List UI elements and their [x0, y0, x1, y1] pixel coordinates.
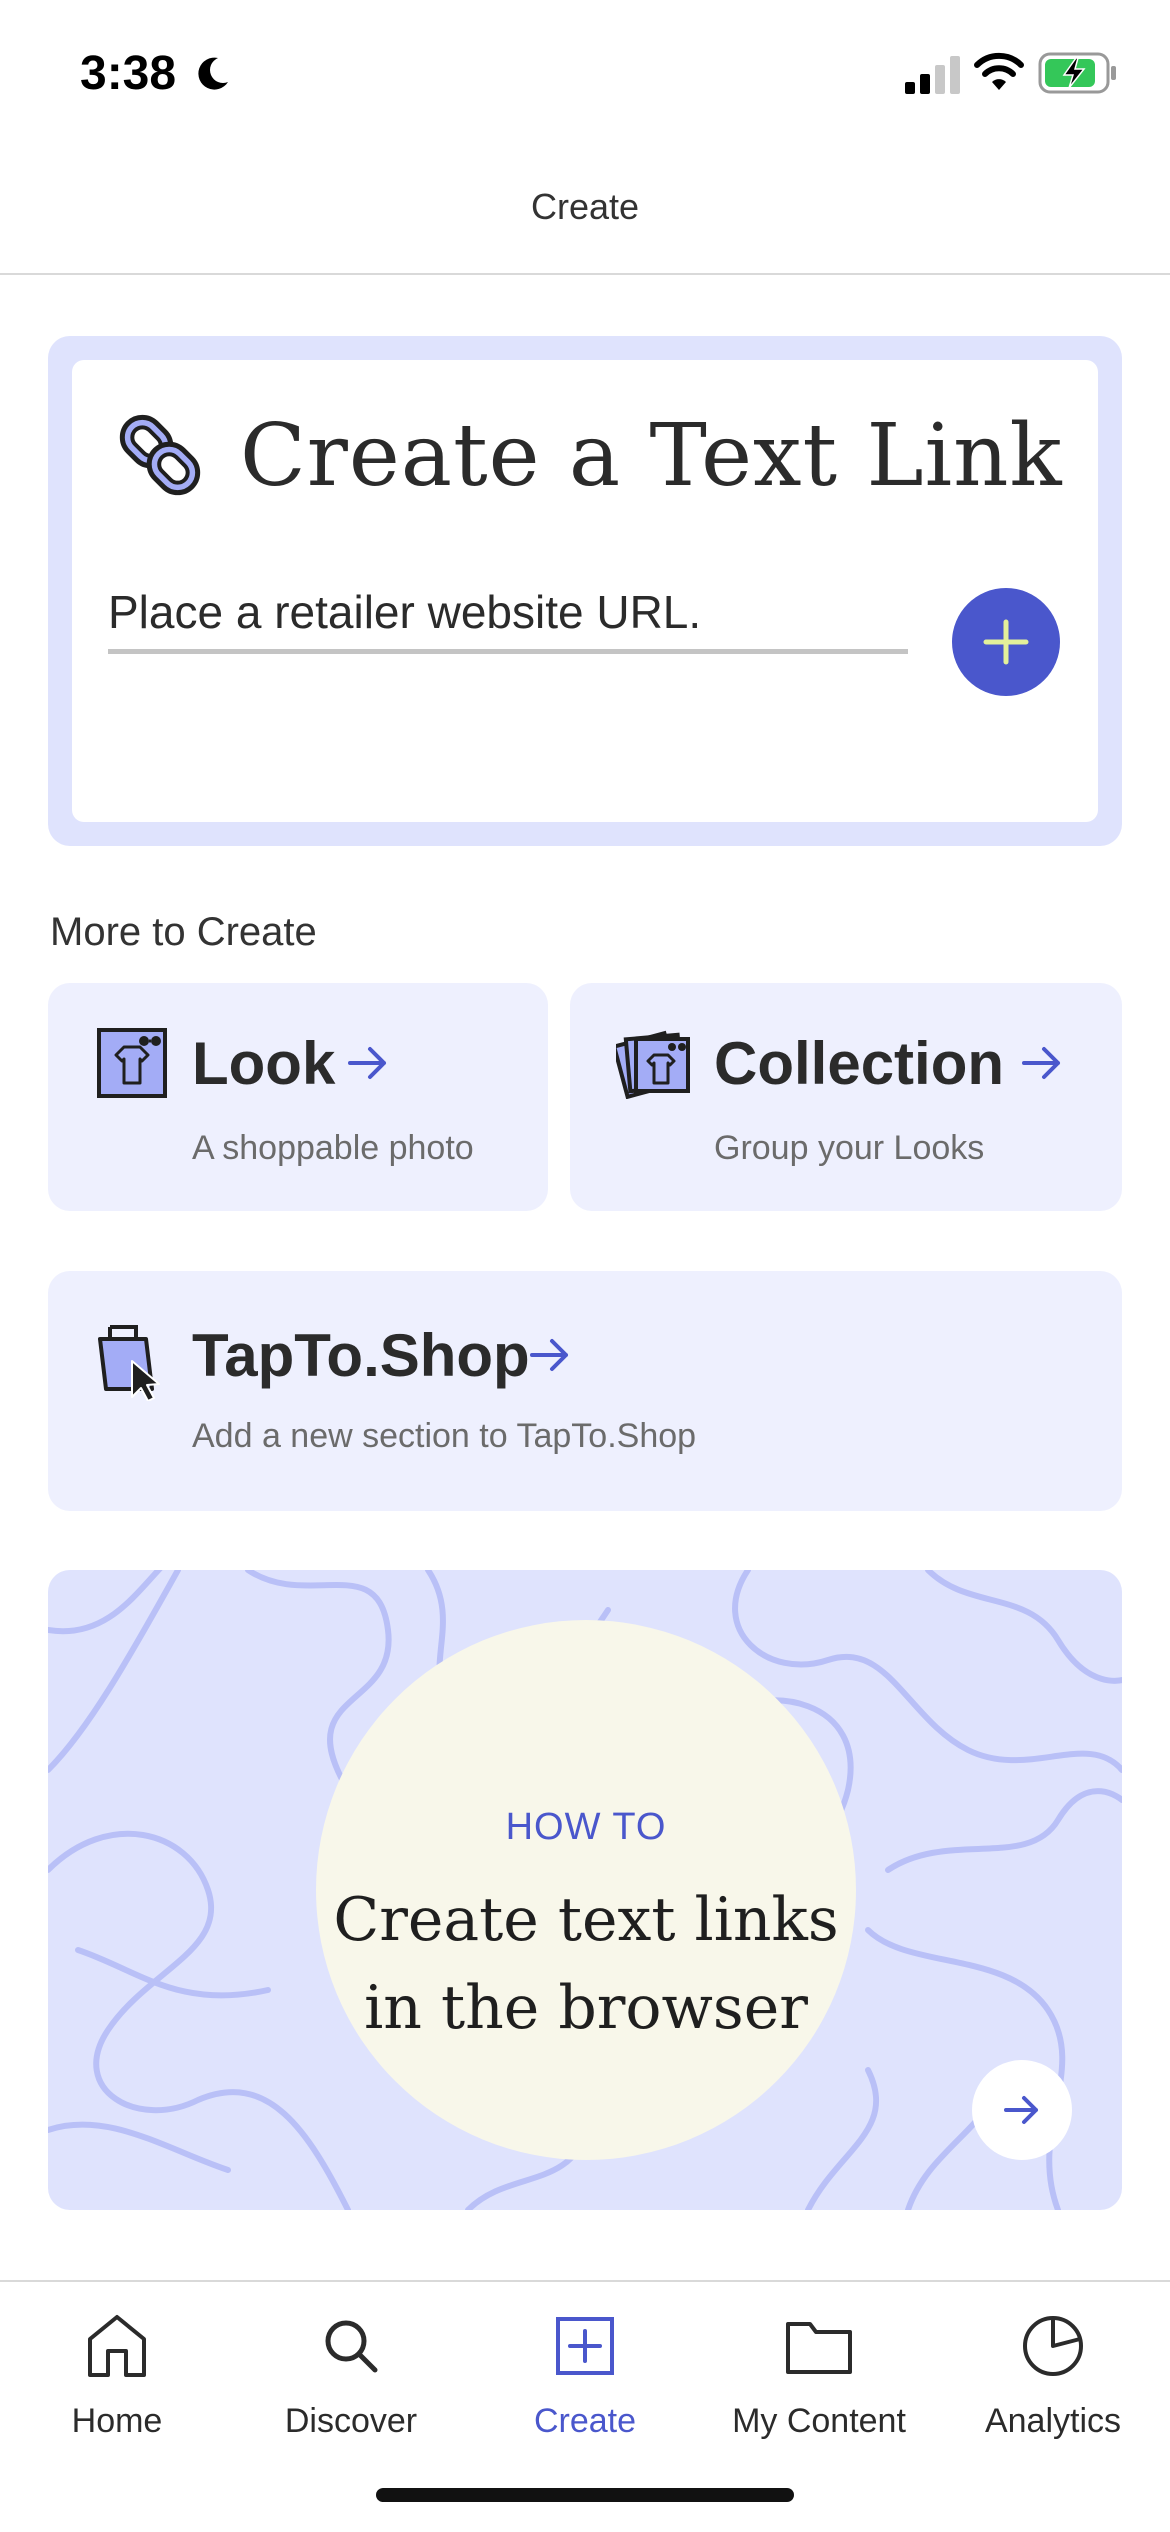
look-title: Look	[192, 1030, 336, 1097]
tab-analytics[interactable]: Analytics	[936, 2282, 1170, 2472]
retailer-url-input[interactable]	[108, 574, 908, 654]
tapto-shop-subtitle: Add a new section to TapTo.Shop	[192, 1417, 697, 1455]
create-tapto-shop-tile[interactable]: TapTo.Shop Add a new section to TapTo.Sh…	[48, 1271, 1122, 1511]
battery-charging-icon	[1038, 52, 1116, 94]
howto-label: HOW TO	[505, 1806, 667, 1848]
arrow-right-icon	[530, 1339, 568, 1371]
chain-link-icon	[119, 414, 201, 496]
status-bar: 3:38	[0, 0, 1170, 140]
create-text-link-card: Create a Text Link	[48, 336, 1122, 846]
folder-icon	[786, 2322, 852, 2374]
tshirt-photo-icon	[97, 1028, 167, 1098]
page-title: Create	[530, 185, 640, 227]
status-time: 3:38	[80, 47, 177, 100]
collection-title: Collection	[714, 1030, 1005, 1097]
create-text-link-title: Create a Text Link	[240, 406, 1063, 506]
pie-chart-icon	[1023, 2316, 1083, 2376]
moon-icon	[198, 57, 228, 90]
create-icon	[556, 2317, 614, 2375]
tab-discover[interactable]: Discover	[234, 2282, 468, 2472]
create-look-tile[interactable]: Look A shoppable photo	[48, 983, 548, 1211]
home-indicator[interactable]	[376, 2488, 794, 2502]
tab-label: My Content	[732, 2402, 906, 2440]
more-to-create-heading: More to Create	[50, 910, 317, 954]
page-header: Create	[0, 140, 1170, 275]
collection-subtitle: Group your Looks	[714, 1129, 985, 1167]
arrow-right-icon	[348, 1047, 386, 1079]
howto-next-button[interactable]	[972, 2060, 1072, 2160]
home-icon	[88, 2315, 146, 2377]
create-collection-tile[interactable]: Collection Group your Looks	[570, 983, 1122, 1211]
arrow-right-icon	[1004, 2096, 1038, 2124]
wifi-icon	[974, 52, 1024, 90]
arrow-right-icon	[1022, 1047, 1060, 1079]
tab-label: Create	[533, 2402, 637, 2440]
tab-home[interactable]: Home	[0, 2282, 234, 2472]
tab-label: Discover	[284, 2402, 418, 2440]
tapto-shop-title: TapTo.Shop	[192, 1322, 530, 1389]
tab-label: Home	[71, 2402, 163, 2440]
search-icon	[325, 2320, 378, 2373]
create-screen: 3:38 Create Create a Text Link Place a r…	[0, 0, 1170, 2532]
shopping-bag-cursor-icon	[98, 1325, 160, 1401]
add-link-button[interactable]	[952, 588, 1060, 696]
howto-banner[interactable]: HOW TO Create text links in the browser	[48, 1570, 1122, 2210]
tab-label: Analytics	[984, 2402, 1122, 2440]
cellular-signal-icon	[905, 56, 960, 94]
look-subtitle: A shoppable photo	[192, 1129, 474, 1167]
create-text-link-card-body: Create a Text Link	[72, 360, 1098, 822]
howto-text: Create text links in the browser	[333, 1885, 839, 2043]
tab-create[interactable]: Create	[468, 2282, 702, 2472]
tab-my-content[interactable]: My Content	[702, 2282, 936, 2472]
plus-icon	[983, 619, 1029, 665]
howto-circle: HOW TO Create text links in the browser	[316, 1620, 856, 2160]
photo-stack-icon	[616, 1030, 690, 1099]
